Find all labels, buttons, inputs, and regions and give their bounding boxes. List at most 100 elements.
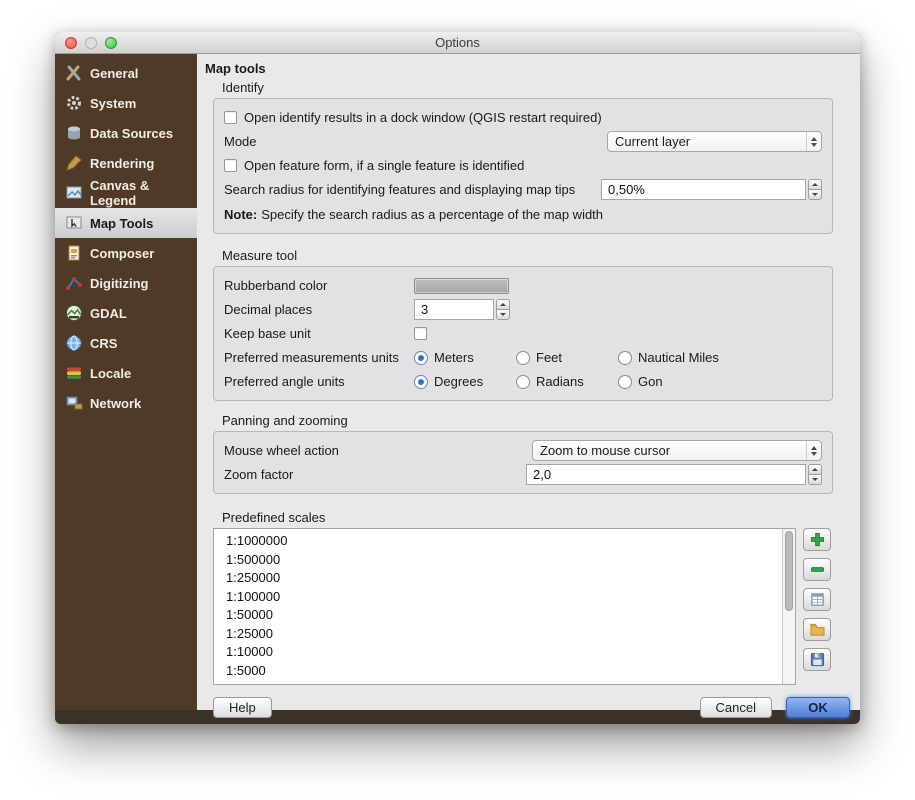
feature-form-row: Open feature form, if a single feature i… <box>224 155 822 176</box>
sidebar-item-network[interactable]: Network <box>55 388 197 418</box>
floppy-save-icon <box>810 652 825 667</box>
keep-base-unit-checkbox[interactable] <box>414 327 427 340</box>
sidebar-item-label: Rendering <box>90 156 154 171</box>
radio-button-icon[interactable] <box>618 351 632 365</box>
stepper-down-icon[interactable] <box>808 189 822 200</box>
zoom-window-icon[interactable] <box>105 37 117 49</box>
list-item[interactable]: 1:10000 <box>214 643 795 662</box>
sidebar-item-data-sources[interactable]: Data Sources <box>55 118 197 148</box>
identify-mode-dropdown[interactable]: Current layer <box>607 131 822 152</box>
close-window-icon[interactable] <box>65 37 77 49</box>
radio-radians[interactable]: Radians <box>516 374 618 389</box>
locale-icon <box>65 364 83 382</box>
sidebar-item-canvas-legend[interactable]: Canvas & Legend <box>55 178 197 208</box>
list-item[interactable]: 1:100000 <box>214 588 795 607</box>
search-radius-row: Search radius for identifying features a… <box>224 179 822 200</box>
zoom-factor-stepper[interactable] <box>808 464 822 485</box>
folder-icon <box>810 622 825 637</box>
list-item[interactable]: 1:250000 <box>214 569 795 588</box>
cancel-button[interactable]: Cancel <box>700 697 772 718</box>
remove-scale-button[interactable] <box>803 558 831 581</box>
identify-dock-checkbox[interactable] <box>224 111 237 124</box>
scales-buttons <box>803 528 833 685</box>
canvas-legend-icon <box>65 184 83 202</box>
mouse-wheel-value: Zoom to mouse cursor <box>540 443 670 458</box>
radio-button-icon[interactable] <box>516 375 530 389</box>
stepper-down-icon[interactable] <box>496 309 510 320</box>
radio-button-icon[interactable] <box>414 351 428 365</box>
radio-button-icon[interactable] <box>618 375 632 389</box>
rubberband-color-button[interactable] <box>414 278 509 294</box>
load-scales-button[interactable] <box>803 618 831 641</box>
scrollbar[interactable] <box>782 529 795 684</box>
radio-label: Meters <box>434 350 474 365</box>
stepper-down-icon[interactable] <box>808 474 822 485</box>
search-radius-stepper[interactable] <box>808 179 822 200</box>
database-icon <box>65 124 83 142</box>
sidebar-item-digitizing[interactable]: Digitizing <box>55 268 197 298</box>
list-item[interactable]: 1:5000 <box>214 662 795 681</box>
sidebar-item-gdal[interactable]: GDAL <box>55 298 197 328</box>
scrollbar-thumb[interactable] <box>785 531 793 611</box>
minimize-window-icon[interactable] <box>85 37 97 49</box>
decimal-places-input[interactable] <box>414 299 494 320</box>
radio-feet[interactable]: Feet <box>516 350 618 365</box>
measurement-units-label: Preferred measurements units <box>224 350 414 365</box>
keep-base-unit-label: Keep base unit <box>224 326 414 341</box>
radio-button-icon[interactable] <box>414 375 428 389</box>
import-scales-button[interactable] <box>803 588 831 611</box>
sidebar-item-general[interactable]: General <box>55 58 197 88</box>
search-radius-input[interactable] <box>601 179 806 200</box>
ok-button[interactable]: OK <box>786 697 850 718</box>
table-icon <box>810 592 825 607</box>
sidebar-item-map-tools[interactable]: Map Tools <box>55 208 197 238</box>
list-item[interactable]: 1:25000 <box>214 625 795 644</box>
zoom-factor-row: Zoom factor <box>224 464 822 485</box>
radio-label: Radians <box>536 374 584 389</box>
zoom-factor-input[interactable] <box>526 464 806 485</box>
scales-list[interactable]: 1:1000000 1:500000 1:250000 1:100000 1:5… <box>213 528 796 685</box>
sidebar-item-label: Composer <box>90 246 154 261</box>
sidebar-item-composer[interactable]: Composer <box>55 238 197 268</box>
titlebar[interactable]: Options <box>55 32 860 54</box>
help-button[interactable]: Help <box>213 697 272 718</box>
radio-label: Nautical Miles <box>638 350 719 365</box>
stepper-up-icon[interactable] <box>496 299 510 309</box>
settings-sidebar: General System Data Sources Rendering Ca… <box>55 54 197 710</box>
identify-section-title: Identify <box>222 80 833 95</box>
sidebar-item-rendering[interactable]: Rendering <box>55 148 197 178</box>
sidebar-item-locale[interactable]: Locale <box>55 358 197 388</box>
search-radius-note: Note: Specify the search radius as a per… <box>224 204 822 225</box>
mode-label: Mode <box>224 134 607 149</box>
minus-icon <box>810 562 825 577</box>
sidebar-item-system[interactable]: System <box>55 88 197 118</box>
chevron-up-down-icon <box>806 132 821 151</box>
decimal-places-stepper[interactable] <box>496 299 510 320</box>
radio-nautical-miles[interactable]: Nautical Miles <box>618 350 719 365</box>
radio-button-icon[interactable] <box>516 351 530 365</box>
radio-gon[interactable]: Gon <box>618 374 663 389</box>
stepper-up-icon[interactable] <box>808 179 822 189</box>
list-item[interactable]: 1:50000 <box>214 606 795 625</box>
list-item[interactable]: 1:2500 <box>214 680 795 685</box>
save-scales-button[interactable] <box>803 648 831 671</box>
stepper-up-icon[interactable] <box>808 464 822 474</box>
plus-icon <box>810 532 825 547</box>
list-item[interactable]: 1:500000 <box>214 551 795 570</box>
tools-icon <box>65 64 83 82</box>
radio-label: Degrees <box>434 374 483 389</box>
mouse-wheel-dropdown[interactable]: Zoom to mouse cursor <box>532 440 822 461</box>
sidebar-item-crs[interactable]: CRS <box>55 328 197 358</box>
radio-meters[interactable]: Meters <box>414 350 516 365</box>
search-radius-label: Search radius for identifying features a… <box>224 182 601 197</box>
feature-form-checkbox[interactable] <box>224 159 237 172</box>
identify-dock-label: Open identify results in a dock window (… <box>244 110 602 125</box>
options-window: Options General System Data Sources Rend… <box>55 32 860 724</box>
list-item[interactable]: 1:1000000 <box>214 532 795 551</box>
traffic-lights <box>65 37 117 49</box>
chevron-up-down-icon <box>806 441 821 460</box>
radio-degrees[interactable]: Degrees <box>414 374 516 389</box>
rubberband-label: Rubberband color <box>224 278 414 293</box>
add-scale-button[interactable] <box>803 528 831 551</box>
globe-icon <box>65 334 83 352</box>
